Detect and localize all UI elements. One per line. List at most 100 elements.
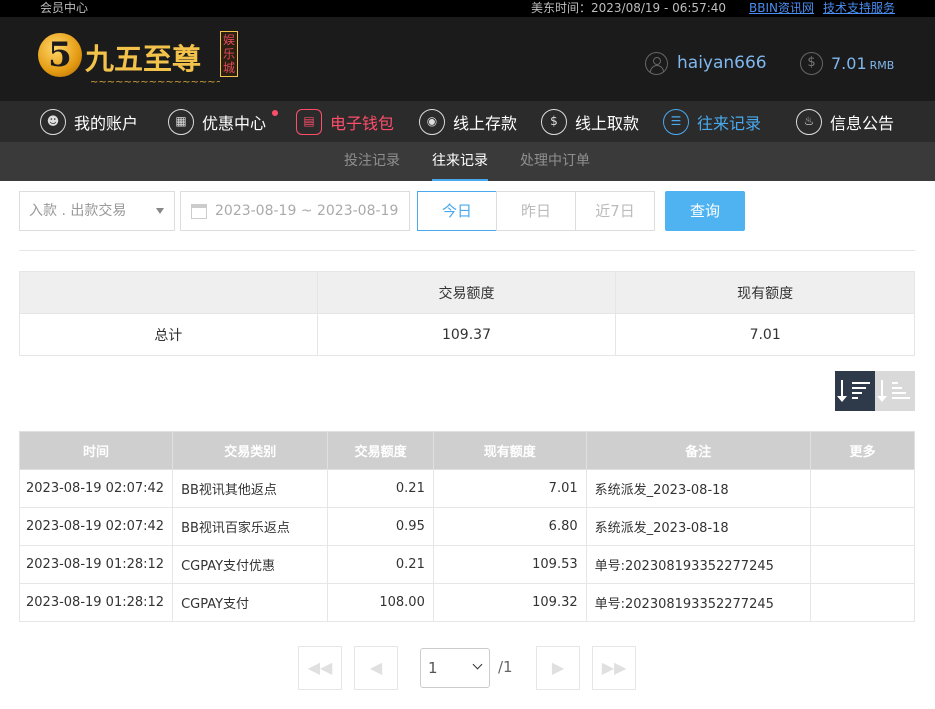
- records-header-row: 时间 交易类别 交易额度 现有额度 备注 更多: [18, 431, 916, 470]
- bell-icon: ♨: [796, 108, 822, 135]
- notification-dot: [272, 110, 278, 116]
- bbin-news-link[interactable]: BBIN资讯网: [749, 0, 814, 17]
- summary-header: 现有额度: [615, 271, 915, 314]
- calendar-icon: [191, 204, 207, 219]
- chevron-down-icon: [472, 659, 483, 670]
- cell-more[interactable]: [809, 583, 916, 622]
- page-select[interactable]: 1: [420, 648, 490, 688]
- tab-transaction-records[interactable]: 往来记录: [432, 142, 488, 181]
- cell-remark: 系统派发_2023-08-18: [585, 469, 811, 508]
- summary-table: 交易额度 现有额度 总计 109.37 7.01: [19, 271, 915, 356]
- last-page-button[interactable]: ▶▶: [592, 646, 636, 690]
- table-row: 2023-08-19 02:07:42 BB视讯百家乐返点 0.95 6.80 …: [18, 507, 916, 546]
- date-range-input[interactable]: 2023-08-19 ~ 2023-08-19: [180, 191, 410, 231]
- summary-balance: 7.01: [615, 313, 915, 356]
- today-button[interactable]: 今日: [417, 191, 497, 231]
- cell-amount: 0.21: [327, 545, 434, 584]
- total-pages: /1: [498, 658, 513, 676]
- cell-time: 2023-08-19 01:28:12: [18, 583, 174, 622]
- nav-deposit[interactable]: ◉ 线上存款: [419, 101, 517, 142]
- search-button[interactable]: 查询: [665, 191, 745, 231]
- nav-records[interactable]: ☰ 往来记录: [663, 101, 761, 142]
- nav-label: 我的账户: [74, 113, 139, 133]
- nav-label: 往来记录: [697, 113, 762, 133]
- sort-asc-icon: [877, 380, 887, 402]
- sort-ascending-button[interactable]: [875, 371, 915, 411]
- cell-time: 2023-08-19 01:28:12: [18, 545, 174, 584]
- dollar-icon: $: [800, 52, 823, 75]
- nav-withdraw[interactable]: $ 线上取款: [541, 101, 639, 142]
- prev-page-button[interactable]: ◀: [354, 646, 398, 690]
- nav-label: 电子钱包: [330, 113, 395, 133]
- nav-label: 信息公告: [830, 113, 895, 133]
- top-bar: 会员中心 美东时间：2023/08/19 - 06:57:40 BBIN资讯网 …: [0, 0, 935, 17]
- nav-wallet[interactable]: ▤ 电子钱包: [296, 101, 394, 142]
- table-row: 2023-08-19 02:07:42 BB视讯其他返点 0.21 7.01 系…: [18, 469, 916, 508]
- date-range-value: 2023-08-19 ~ 2023-08-19: [215, 203, 399, 219]
- tab-pending-orders[interactable]: 处理中订单: [520, 142, 590, 181]
- nav-announcements[interactable]: ♨ 信息公告: [796, 101, 894, 142]
- select-value: 入款 . 出款交易: [29, 203, 127, 219]
- sub-nav: 投注记录 往来记录 处理中订单: [0, 142, 935, 181]
- nav-label: 线上取款: [575, 113, 640, 133]
- col-balance: 现有额度: [432, 431, 587, 470]
- summary-header: 交易额度: [316, 271, 617, 314]
- summary-header-row: 交易额度 现有额度: [19, 271, 915, 314]
- sort-desc-icon: [837, 380, 847, 402]
- logo-emblem: 5: [38, 33, 82, 77]
- server-time: 美东时间：2023/08/19 - 06:57:40: [531, 1, 727, 15]
- left-icon: ◀: [369, 658, 383, 677]
- tab-bet-records[interactable]: 投注记录: [344, 142, 400, 181]
- deposit-icon: ◉: [419, 108, 445, 135]
- cell-amount: 0.95: [327, 507, 434, 546]
- cell-amount: 0.21: [327, 469, 434, 508]
- next-page-button[interactable]: ▶: [536, 646, 580, 690]
- summary-amount: 109.37: [316, 313, 617, 356]
- col-amount: 交易额度: [327, 431, 434, 470]
- nav-my-account[interactable]: ☻ 我的账户: [40, 101, 138, 142]
- sort-descending-button[interactable]: [835, 371, 875, 411]
- divider: [19, 250, 915, 251]
- wallet-icon: ▤: [296, 108, 322, 135]
- cell-time: 2023-08-19 02:07:42: [18, 469, 174, 508]
- cell-balance: 7.01: [432, 469, 587, 508]
- cell-type: BB视讯其他返点: [172, 469, 329, 508]
- cell-more[interactable]: [809, 545, 916, 584]
- double-right-icon: ▶▶: [601, 658, 627, 677]
- nav-promotions[interactable]: ▦ 优惠中心: [168, 101, 266, 142]
- logo[interactable]: 5 九五至尊 ~~~~~~~~~~~~~~~~~~~~~~~~ 娱乐城: [38, 31, 243, 93]
- transaction-type-select[interactable]: 入款 . 出款交易: [19, 191, 175, 231]
- cell-balance: 109.32: [432, 583, 587, 622]
- main-nav: ☻ 我的账户 ▦ 优惠中心 ▤ 电子钱包 ◉ 线上存款 $ 线上取款 ☰ 往来记…: [0, 101, 935, 142]
- currency: RMB: [869, 59, 895, 72]
- table-row: 2023-08-19 01:28:12 CGPAY支付 108.00 109.3…: [18, 583, 916, 622]
- tech-support-link[interactable]: 技术支持服务: [823, 0, 895, 17]
- first-page-button[interactable]: ◀◀: [298, 646, 342, 690]
- cell-amount: 108.00: [327, 583, 434, 622]
- cell-type: CGPAY支付优惠: [172, 545, 329, 584]
- last-7-days-button[interactable]: 近7日: [575, 191, 655, 231]
- right-icon: ▶: [551, 658, 565, 677]
- balance: 7.01 RMB: [831, 54, 894, 73]
- username[interactable]: haiyan666: [677, 53, 767, 73]
- double-left-icon: ◀◀: [307, 658, 333, 677]
- cell-more[interactable]: [809, 469, 916, 508]
- nav-label: 优惠中心: [202, 113, 267, 133]
- cell-type: CGPAY支付: [172, 583, 329, 622]
- withdraw-icon: $: [541, 108, 567, 135]
- logo-badge: 娱乐城: [220, 31, 238, 77]
- header: 5 九五至尊 ~~~~~~~~~~~~~~~~~~~~~~~~ 娱乐城 haiy…: [0, 17, 935, 101]
- cell-more[interactable]: [809, 507, 916, 546]
- summary-header: [19, 271, 318, 314]
- cell-type: BB视讯百家乐返点: [172, 507, 329, 546]
- yesterday-button[interactable]: 昨日: [496, 191, 576, 231]
- cell-remark: 系统派发_2023-08-18: [585, 507, 811, 546]
- gift-icon: ▦: [168, 108, 194, 135]
- user-avatar-icon: [645, 52, 668, 75]
- logo-ornament: ~~~~~~~~~~~~~~~~~~~~~~~~: [90, 77, 220, 87]
- cell-balance: 109.53: [432, 545, 587, 584]
- sort-bars: [892, 382, 910, 402]
- user-icon: ☻: [40, 108, 66, 135]
- caret-down-icon: [156, 208, 164, 214]
- table-row: 2023-08-19 01:28:12 CGPAY支付优惠 0.21 109.5…: [18, 545, 916, 584]
